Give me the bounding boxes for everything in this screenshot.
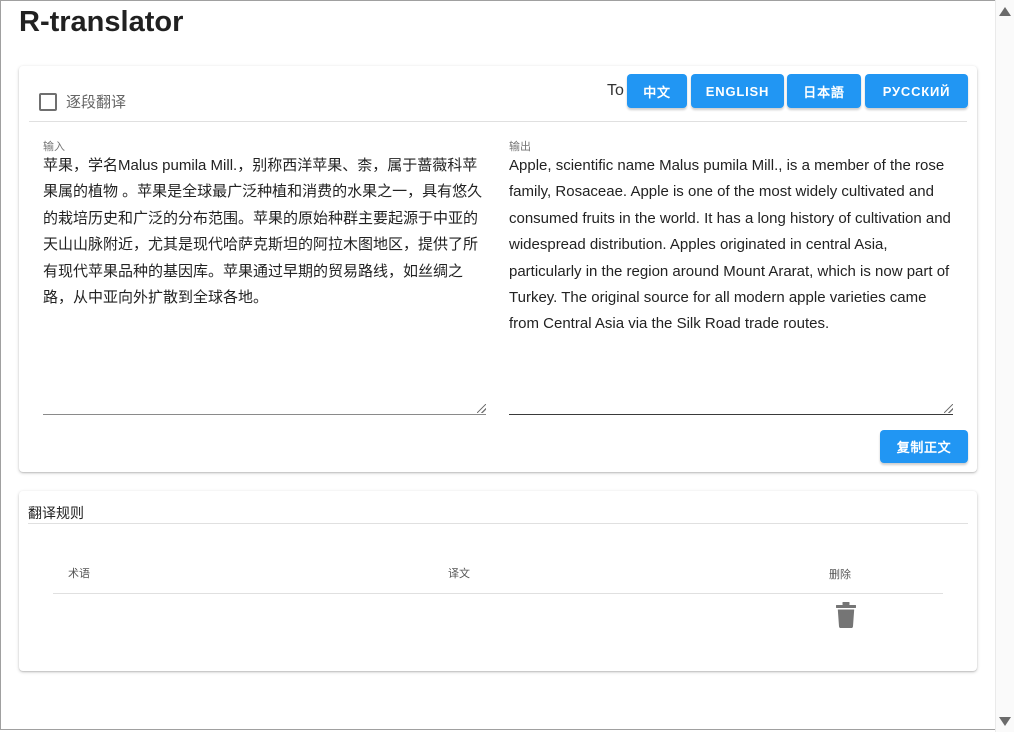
column-header-delete: 删除 bbox=[829, 569, 851, 581]
table-row bbox=[53, 594, 943, 638]
translate-card: 逐段翻译 To 中文 ENGLISH 日本語 РУССКИЙ 输入 苹果，学名M… bbox=[19, 66, 977, 472]
translate-toolbar: 逐段翻译 To 中文 ENGLISH 日本語 РУССКИЙ bbox=[29, 74, 968, 122]
output-label: 输出 bbox=[509, 141, 531, 153]
rules-title: 翻译规则 bbox=[28, 505, 84, 521]
paragraph-translate-label: 逐段翻译 bbox=[66, 94, 127, 111]
column-header-term: 术语 bbox=[68, 568, 90, 580]
rules-table-header: 术语 译文 删除 bbox=[53, 553, 943, 594]
vertical-scrollbar[interactable] bbox=[995, 0, 1014, 732]
paragraph-translate-toggle[interactable]: 逐段翻译 bbox=[39, 91, 126, 112]
rules-table: 术语 译文 删除 bbox=[53, 553, 943, 638]
scroll-up-arrow-icon[interactable] bbox=[999, 7, 1011, 16]
trash-icon[interactable] bbox=[836, 602, 856, 628]
paragraph-translate-checkbox[interactable] bbox=[39, 92, 57, 111]
lang-english-button[interactable]: ENGLISH bbox=[691, 74, 784, 108]
input-text[interactable]: 苹果，学名Malus pumila Mill.，别称西洋苹果、柰，属于蔷薇科苹果… bbox=[43, 153, 486, 311]
input-resize-handle-icon[interactable] bbox=[477, 404, 486, 413]
input-textarea[interactable]: 苹果，学名Malus pumila Mill.，别称西洋苹果、柰，属于蔷薇科苹果… bbox=[43, 153, 486, 415]
scroll-down-arrow-icon[interactable] bbox=[999, 717, 1011, 726]
output-textarea[interactable]: Apple, scientific name Malus pumila Mill… bbox=[509, 153, 953, 415]
rules-divider bbox=[28, 523, 968, 524]
output-field: 输出 Apple, scientific name Malus pumila M… bbox=[509, 142, 953, 415]
app-title: R-translator bbox=[19, 6, 184, 38]
translation-rules-card: 翻译规则 术语 译文 删除 bbox=[19, 491, 977, 671]
column-header-translation: 译文 bbox=[448, 568, 470, 580]
target-language-label: To bbox=[607, 82, 624, 99]
lang-russian-button[interactable]: РУССКИЙ bbox=[865, 74, 968, 108]
output-resize-handle-icon[interactable] bbox=[944, 404, 953, 413]
input-label: 输入 bbox=[43, 141, 65, 153]
output-text[interactable]: Apple, scientific name Malus pumila Mill… bbox=[509, 153, 953, 338]
input-field: 输入 苹果，学名Malus pumila Mill.，别称西洋苹果、柰，属于蔷薇… bbox=[43, 142, 486, 415]
lang-japanese-button[interactable]: 日本語 bbox=[787, 74, 861, 108]
copy-text-button[interactable]: 复制正文 bbox=[880, 430, 968, 463]
lang-chinese-button[interactable]: 中文 bbox=[627, 74, 687, 108]
